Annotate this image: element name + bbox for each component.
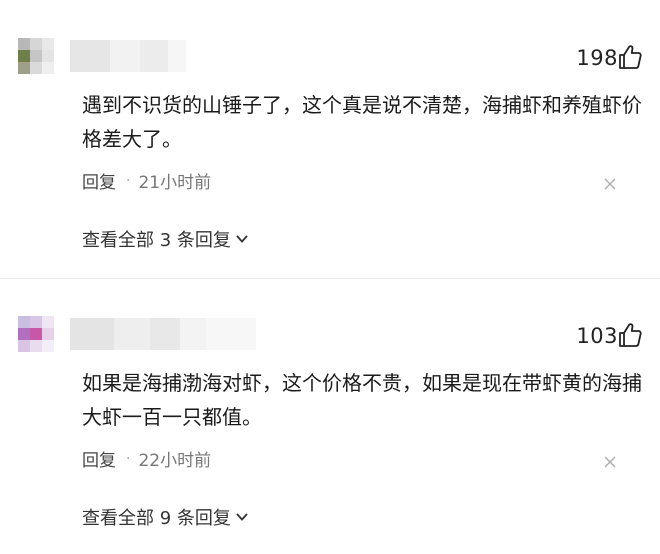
timestamp: 21小时前 [138, 173, 212, 193]
like-count: 103 [576, 324, 618, 348]
comment-meta: 回复 · 22小时前 [82, 446, 212, 472]
thumbs-up-icon[interactable] [618, 44, 642, 70]
username-blurred[interactable] [70, 318, 256, 350]
comment-meta: 回复 · 21小时前 [82, 168, 212, 194]
avatar[interactable] [18, 316, 54, 352]
reply-button[interactable]: 回复 [82, 168, 116, 193]
comment-item: 103 如果是海捕渤海对虾，这个价格不贵，如果是现在带虾黄的海捕大虾一百一只都值… [0, 278, 660, 554]
separator-dot: · [126, 450, 131, 467]
view-all-replies-button[interactable]: 查看全部 3 条回复 [82, 226, 249, 252]
timestamp: 22小时前 [138, 451, 212, 471]
close-icon[interactable] [604, 456, 616, 468]
close-icon[interactable] [604, 178, 616, 190]
view-all-label: 查看全部 9 条回复 [82, 508, 231, 529]
chevron-down-icon [236, 235, 248, 243]
view-all-replies-button[interactable]: 查看全部 9 条回复 [82, 504, 249, 530]
avatar[interactable] [18, 38, 54, 74]
separator-dot: · [126, 172, 131, 189]
comment-item: 198 遇到不识货的山锤子了，这个真是说不清楚，海捕虾和养殖虾价格差大了。 回复… [0, 0, 660, 278]
chevron-down-icon [236, 513, 248, 521]
comment-text: 如果是海捕渤海对虾，这个价格不贵，如果是现在带虾黄的海捕大虾一百一只都值。 [82, 371, 642, 429]
reply-button[interactable]: 回复 [82, 446, 116, 471]
like-count: 198 [576, 46, 618, 70]
comment-text: 遇到不识货的山锤子了，这个真是说不清楚，海捕虾和养殖虾价格差大了。 [82, 93, 642, 151]
username-blurred[interactable] [70, 40, 186, 72]
thumbs-up-icon[interactable] [618, 322, 642, 348]
view-all-label: 查看全部 3 条回复 [82, 230, 231, 251]
